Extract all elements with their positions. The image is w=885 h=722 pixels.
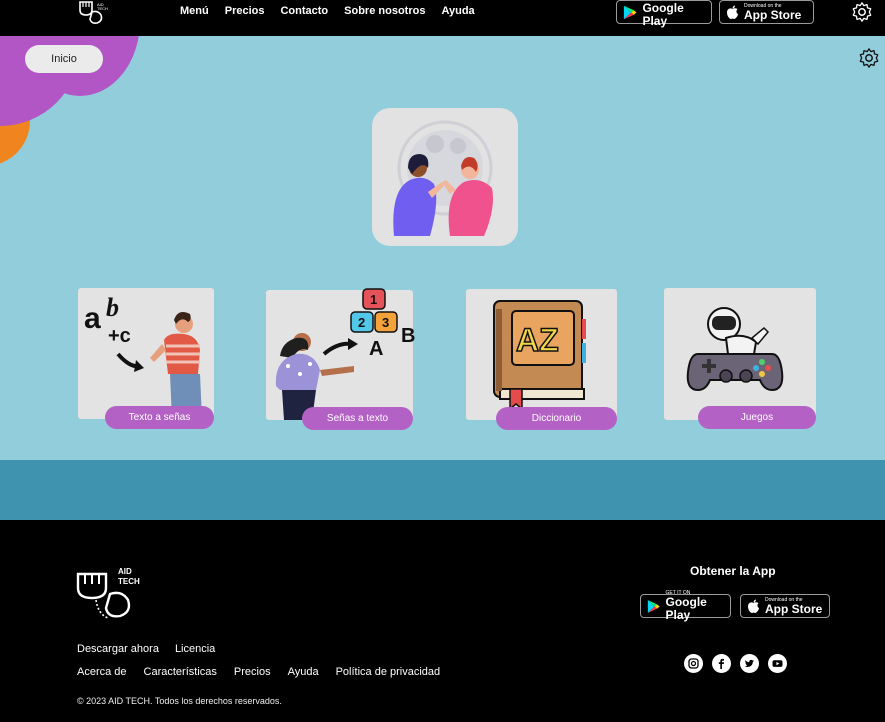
block-number-1: 1 — [370, 292, 377, 307]
footer-link-caracteristicas[interactable]: Características — [144, 666, 217, 678]
apple-big-text: App Store — [744, 7, 802, 22]
footer-link-acerca[interactable]: Acerca de — [77, 666, 127, 678]
google-play-badge[interactable]: GET IT ON Google Play — [616, 0, 712, 28]
nav-sobre-nosotros[interactable]: Sobre nosotros — [344, 4, 425, 18]
footer: AID TECH Descargar ahora Licencia Acerca… — [0, 520, 885, 722]
get-app-heading: Obtener la App — [690, 564, 776, 578]
google-play-icon — [623, 5, 637, 19]
copyright-text: © 2023 AID TECH. Todos los derechos rese… — [77, 696, 282, 706]
footer-app-store-badge[interactable]: Download on the App Store — [740, 594, 830, 618]
juegos-button[interactable]: Juegos — [698, 406, 816, 429]
card-diccionario[interactable]: AZ — [466, 289, 617, 420]
settings-gear-icon[interactable] — [851, 1, 873, 23]
footer-brand-line2: TECH — [118, 577, 140, 586]
youtube-icon[interactable] — [768, 654, 787, 673]
twitter-icon[interactable] — [740, 654, 759, 673]
footer-brand-line1: AID — [118, 567, 132, 576]
game-controller-illustration — [686, 307, 784, 392]
sign-to-text-illustration: 1 2 3 A B — [275, 288, 415, 420]
hero-illustration — [372, 108, 518, 246]
svg-text:a: a — [84, 302, 101, 335]
book-az-letters: AZ — [516, 322, 559, 358]
footer-apple-big: App Store — [765, 601, 823, 616]
app-store-badge[interactable]: Download on the App Store — [719, 0, 814, 24]
footer-link-precios[interactable]: Precios — [234, 666, 271, 678]
google-big-text: Google Play — [642, 1, 684, 28]
letter-b: B — [401, 325, 415, 347]
footer-links-secondary: Acerca de Características Precios Ayuda … — [77, 666, 440, 678]
diccionario-button[interactable]: Diccionario — [496, 407, 617, 430]
facebook-icon[interactable] — [712, 654, 731, 673]
google-play-icon — [647, 599, 660, 613]
instagram-icon[interactable] — [684, 654, 703, 673]
apple-icon — [748, 599, 759, 613]
settings-gear-icon-main[interactable] — [858, 47, 880, 69]
aid-tech-footer-logo[interactable]: AID TECH — [76, 564, 156, 624]
svg-text:b: b — [106, 293, 119, 322]
nav-contacto[interactable]: Contacto — [280, 4, 328, 18]
home-button[interactable]: Inicio — [25, 45, 103, 73]
svg-text:+c: +c — [108, 325, 131, 347]
letter-a: A — [369, 338, 383, 360]
nav-ayuda[interactable]: Ayuda — [441, 4, 474, 18]
footer-link-licencia[interactable]: Licencia — [175, 643, 215, 655]
main-area: Inicio a b +c Texto a señas 1 2 3 A B Se… — [0, 36, 885, 460]
block-number-2: 2 — [358, 315, 365, 330]
footer-link-descargar[interactable]: Descargar ahora — [77, 643, 159, 655]
block-number-3: 3 — [382, 315, 389, 330]
footer-links-primary: Descargar ahora Licencia — [77, 643, 215, 655]
card-texto-a-senas[interactable]: a b +c — [78, 288, 214, 419]
card-senas-a-texto[interactable]: 1 2 3 A B — [266, 288, 415, 420]
nav-menu[interactable]: Menú — [180, 4, 209, 18]
footer-google-play-badge[interactable]: GET IT ON Google Play — [640, 590, 731, 622]
dictionary-book-illustration: AZ — [493, 300, 586, 411]
brand-line2: TECH — [97, 6, 108, 11]
card-juegos[interactable] — [664, 288, 816, 420]
top-navbar: AID TECH Menú Precios Contacto Sobre nos… — [0, 0, 885, 36]
nav-precios[interactable]: Precios — [225, 4, 265, 18]
texto-a-senas-button[interactable]: Texto a señas — [105, 406, 214, 429]
senas-a-texto-button[interactable]: Señas a texto — [302, 407, 413, 430]
footer-link-ayuda[interactable]: Ayuda — [288, 666, 319, 678]
footer-link-privacidad[interactable]: Política de privacidad — [336, 666, 441, 678]
aid-tech-logo[interactable]: AID TECH — [76, 0, 112, 24]
abc-to-sign-illustration: a b +c — [84, 293, 202, 419]
decorative-band — [0, 460, 885, 520]
apple-icon — [727, 5, 738, 19]
footer-google-big: Google Play — [665, 595, 707, 622]
main-nav: Menú Precios Contacto Sobre nosotros Ayu… — [180, 4, 475, 18]
